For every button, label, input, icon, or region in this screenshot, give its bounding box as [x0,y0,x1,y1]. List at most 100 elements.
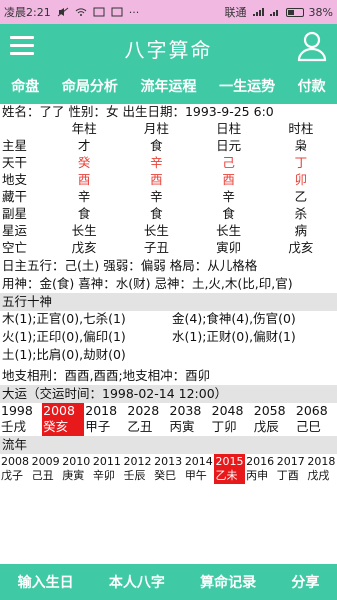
my-bazi-button[interactable]: 本人八字 [109,572,165,592]
pillar-cell: 丁 [294,155,308,170]
pillar-cell: 长生 [216,223,242,238]
liunian-gz[interactable]: 甲午 [184,468,215,484]
liunian-gz[interactable]: 戊戌 [306,468,337,484]
bottom-nav: 输入生日 本人八字 算命记录 分享 [0,564,337,600]
pillar-cell: 卯 [294,172,308,187]
dayun-gz-current[interactable]: 癸亥 [42,419,85,436]
tab-bar: 命盘 命局分析 流年运程 一生运势 付款 [0,68,337,104]
wifi-icon [75,8,87,16]
pillar-cell: 辛 [222,189,235,204]
pillar-cell: 酉 [222,172,235,187]
dayun-year[interactable]: 2068 [295,403,337,419]
tab-mingpan[interactable]: 命盘 [11,76,39,96]
pillars-row: 地支 酉 酉 酉 卯 [0,172,337,189]
pillar-cell: 酉 [150,172,163,187]
dayun-gz[interactable]: 丁卯 [211,419,253,436]
status-time: 凌晨2:21 [4,6,51,19]
dayun-ganzhi: 壬戌 癸亥 甲子 乙丑 丙寅 丁卯 戊辰 己巳 [0,419,337,436]
dayun-gz[interactable]: 丙寅 [169,419,211,436]
liunian-gz[interactable]: 癸巳 [153,468,184,484]
branch-relations: 地支相刑：酉酉,酉酉;地支相冲：酉卯 [2,368,211,383]
liunian-gz[interactable]: 辛卯 [92,468,123,484]
carrier-label: 联通 [224,6,247,19]
user-icon[interactable] [297,30,327,62]
row-label: 副星 [2,206,28,221]
status-bar: 凌晨2:21 ··· 联通 38% [0,0,337,24]
dayun-gz[interactable]: 戊辰 [253,419,295,436]
liunian-gz[interactable]: 己丑 [31,468,62,484]
liunian-gz[interactable]: 丙申 [245,468,276,484]
liunian-gz[interactable]: 丁酉 [276,468,307,484]
wuxing-cell: 金(4);食神(4),伤官(0) [172,311,296,326]
pillars-row: 天干 癸 辛 己 丁 [0,155,337,172]
share-button[interactable]: 分享 [291,572,319,592]
dayun-gz[interactable]: 甲子 [84,419,126,436]
app-title: 八字算命 [124,38,213,62]
tab-lifetime-fortune[interactable]: 一生运势 [219,76,275,96]
signal-icon-2 [269,10,278,16]
liunian-gz[interactable]: 戊子 [0,468,31,484]
liunian-ganzhi: 戊子 己丑 庚寅 辛卯 壬辰 癸巳 甲午 乙未 丙申 丁酉 戊戌 [0,468,337,484]
chart-content: 姓名：了了 性别：女 出生日期：1993-9-25 6:0 年柱 月柱 日柱 时… [0,104,337,564]
input-birthday-button[interactable]: 输入生日 [18,572,74,592]
dayun-gz[interactable]: 壬戌 [0,419,42,436]
pillar-header-day: 日柱 [216,121,242,136]
liunian-gz[interactable]: 壬辰 [123,468,154,484]
signal-icon [252,8,264,16]
wuxing-row: 火(1);正印(0),偏印(1) 水(1);正财(0),偏财(1) [0,329,337,347]
pillar-cell: 己 [222,155,235,170]
pillar-cell: 枭 [294,138,308,153]
pillar-cell: 长生 [143,223,169,238]
battery-percent: 38% [308,5,333,19]
wuxing-row: 土(1);比肩(0),劫财(0) [0,347,337,365]
pillar-cell: 子丑 [143,240,169,255]
tab-yearly-fortune[interactable]: 流年运程 [140,76,196,96]
liunian-years: 2008 2009 2010 2011 2012 2013 2014 2015 … [0,454,337,470]
dayun-year[interactable]: 2048 [211,403,253,419]
pillar-cell: 食 [222,206,235,221]
pillar-cell: 辛 [77,189,91,204]
liunian-gz[interactable]: 庚寅 [61,468,92,484]
section-title-wuxing: 五行十神 [0,293,337,311]
pillar-cell: 杀 [294,206,308,221]
app-header: 八字算命 [0,24,337,68]
dayun-year[interactable]: 1998 [0,403,42,419]
pillar-header-year: 年柱 [71,121,97,136]
pillar-cell: 食 [150,206,163,221]
pillars-row: 藏干 辛 辛 辛 乙 [0,189,337,206]
dayun-gz[interactable]: 己巳 [295,419,337,436]
pillar-cell: 食 [77,206,91,221]
dayun-year[interactable]: 2038 [169,403,211,419]
useful-gods-summary: 用神：金(食) 喜神：水(财) 忌神：土,火,木(比,印,官) [2,276,293,291]
dayun-gz[interactable]: 乙丑 [126,419,168,436]
dayun-year[interactable]: 2018 [84,403,126,419]
dayun-years: 1998 2008 2018 2028 2038 2048 2058 2068 [0,403,337,419]
profile-info: 姓名：了了 性别：女 出生日期：1993-9-25 6:0 [2,104,274,119]
wuxing-cell: 土(1);比肩(0),劫财(0) [2,347,126,362]
pillar-cell: 辛 [150,155,163,170]
liunian-gz-current[interactable]: 乙未 [214,468,246,484]
tab-payment[interactable]: 付款 [298,76,326,96]
day-master-summary: 日主五行：己(土) 强弱：偏弱 格局：从儿格格 [2,258,258,273]
pillars-row: 星运 长生 长生 长生 病 [0,223,337,240]
row-label: 地支 [2,172,28,187]
pillar-cell: 病 [294,223,308,238]
row-label: 空亡 [2,240,28,255]
wuxing-row: 木(1);正官(0),七杀(1) 金(4);食神(4),伤官(0) [0,311,337,329]
pillar-cell: 乙 [294,189,308,204]
pillar-cell: 戊亥 [71,240,97,255]
more-icon: ··· [128,5,140,19]
pillars-row: 空亡 戊亥 子丑 寅卯 戊亥 [0,240,337,257]
dayun-year[interactable]: 2058 [253,403,295,419]
dayun-year-current[interactable]: 2008 [42,403,85,419]
pillar-header-blank [0,121,48,138]
wuxing-cell: 木(1);正官(0),七杀(1) [2,311,126,326]
dayun-year[interactable]: 2028 [126,403,168,419]
pillar-cell: 酉 [77,172,91,187]
fortune-history-button[interactable]: 算命记录 [200,572,256,592]
pillar-header-month: 月柱 [143,121,169,136]
pillar-cell: 长生 [71,223,97,238]
row-label: 天干 [2,155,28,170]
pillar-cell: 寅卯 [216,240,242,255]
tab-analysis[interactable]: 命局分析 [62,76,118,96]
